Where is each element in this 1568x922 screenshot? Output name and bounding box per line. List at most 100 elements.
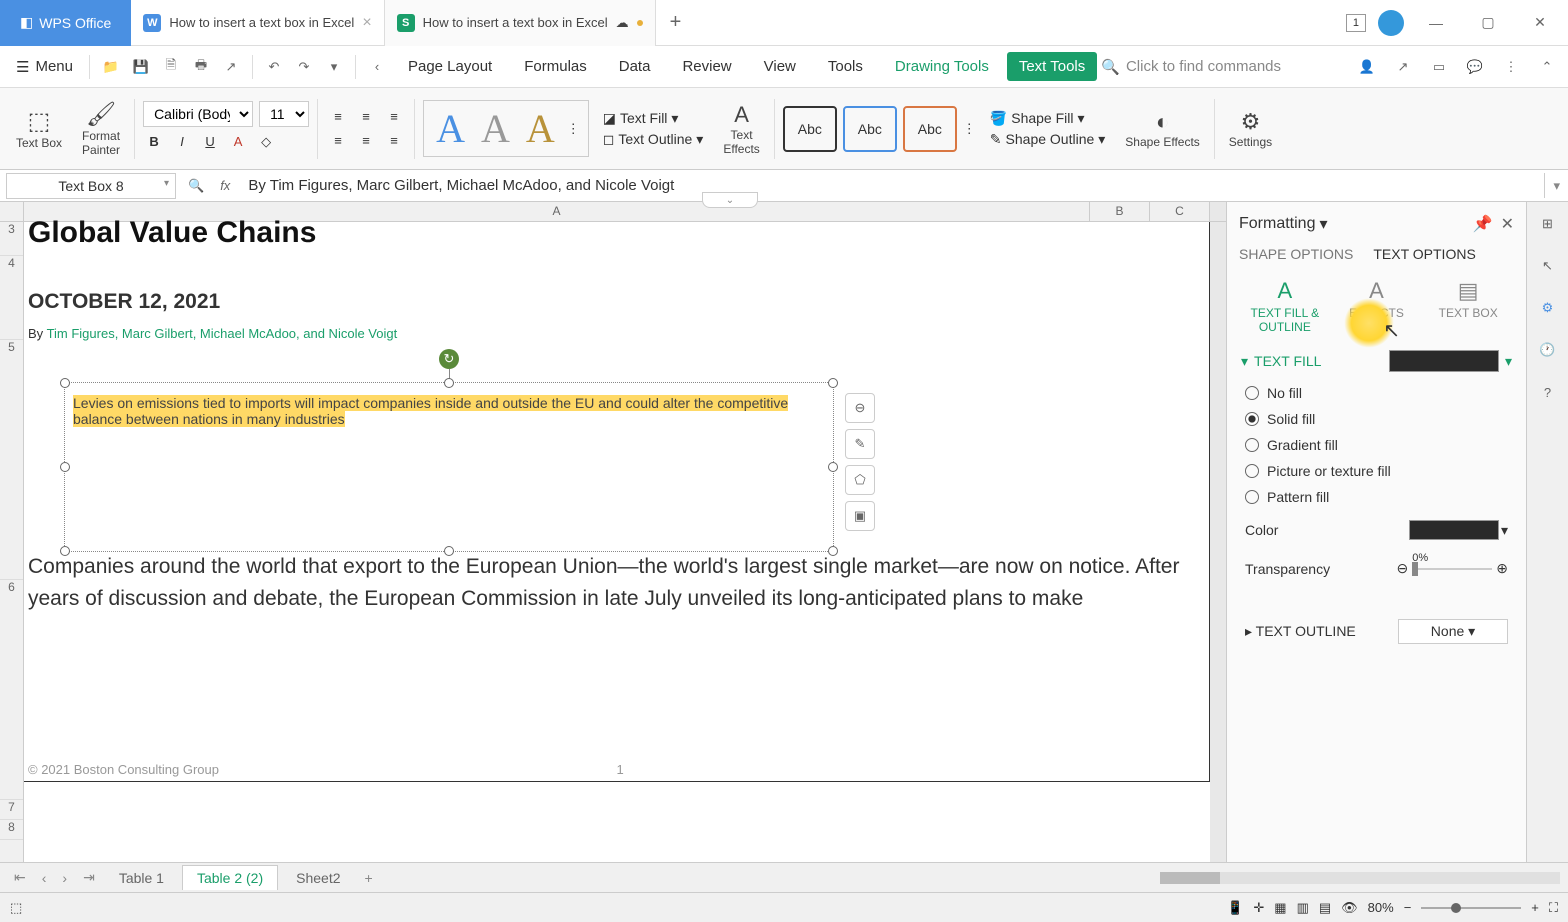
text-style-2[interactable]: A — [473, 105, 518, 152]
row-header-8[interactable]: 8 — [0, 820, 23, 840]
font-size-select[interactable]: 11 — [259, 101, 309, 127]
shape-effects-button[interactable]: ◐ Shape Effects — [1119, 109, 1206, 149]
bold-button[interactable]: B — [143, 131, 165, 153]
presentation-icon[interactable]: 1 — [1346, 14, 1366, 32]
align-right[interactable]: ≡ — [382, 131, 406, 151]
rotate-handle[interactable]: ↻ — [439, 349, 459, 369]
handle-tl[interactable] — [60, 378, 70, 388]
shape-style-3[interactable]: Abc — [903, 106, 957, 152]
align-center[interactable]: ≡ — [354, 131, 378, 151]
shape-styles-gallery[interactable]: Abc Abc Abc ⋮ — [783, 106, 976, 152]
vscrollbar[interactable] — [1210, 222, 1226, 862]
pattern-fill-radio[interactable]: Pattern fill — [1227, 484, 1526, 510]
last-sheet-icon[interactable]: ⇥ — [77, 869, 101, 886]
print-icon[interactable]: 🖶 — [188, 54, 214, 80]
tab-review[interactable]: Review — [668, 52, 745, 81]
crosshair-icon[interactable]: ✛ — [1253, 900, 1264, 916]
comment-icon[interactable]: 💬 — [1462, 54, 1488, 80]
panel-dropdown-icon[interactable]: ▾ — [1319, 214, 1327, 234]
row-header-5[interactable]: 5 — [0, 340, 23, 580]
command-search[interactable]: 🔍 Click to find commands — [1101, 58, 1281, 76]
select-icon[interactable]: ↖ — [1536, 254, 1560, 278]
fx-icon[interactable]: fx — [210, 178, 240, 193]
shape-fill-button[interactable]: 🪣Shape Fill ▾ — [984, 108, 1112, 129]
select-all-corner[interactable] — [0, 202, 24, 221]
close-button[interactable]: ✕ — [1520, 3, 1560, 43]
kebab-icon[interactable]: ⋮ — [1498, 54, 1524, 80]
export-share-icon[interactable]: ↗ — [1390, 54, 1416, 80]
color-dropdown-icon[interactable]: ▾ — [1501, 522, 1508, 539]
format-painter-button[interactable]: 🖌 Format Painter — [76, 100, 126, 157]
sheet-content[interactable]: Global Value Chains OCTOBER 12, 2021 By … — [24, 222, 1210, 862]
fill-color-swatch[interactable] — [1389, 350, 1499, 372]
shape-style-1[interactable]: Abc — [783, 106, 837, 152]
tab-data[interactable]: Data — [605, 52, 665, 81]
tab-drawing-tools[interactable]: Drawing Tools — [881, 52, 1003, 81]
doc-tab-1[interactable]: W How to insert a text box in Excel × — [131, 0, 384, 46]
prev-sheet-icon[interactable]: ‹ — [36, 870, 53, 886]
next-sheet-icon[interactable]: › — [56, 870, 73, 886]
view-break-icon[interactable]: ▤ — [1319, 900, 1331, 916]
formula-expand-icon[interactable]: ▾ — [1545, 178, 1568, 194]
zoom-in-button[interactable]: + — [1531, 900, 1539, 915]
cancel-icon[interactable]: 🔍 — [182, 178, 210, 194]
no-fill-radio[interactable]: No fill — [1227, 380, 1526, 406]
view-normal-icon[interactable]: ▦ — [1274, 900, 1286, 916]
outline-select[interactable]: None ▾ — [1398, 619, 1508, 644]
tab-formulas[interactable]: Formulas — [510, 52, 601, 81]
new-tab-button[interactable]: + — [656, 11, 696, 34]
align-top-center[interactable]: ≡ — [354, 107, 378, 127]
user-avatar[interactable] — [1378, 10, 1404, 36]
italic-button[interactable]: I — [171, 131, 193, 153]
subtab-textbox[interactable]: ▤ TEXT BOX — [1422, 278, 1514, 334]
slider-minus[interactable]: ⊖ — [1397, 560, 1409, 577]
align-top-left[interactable]: ≡ — [326, 107, 350, 127]
vscroll-top[interactable] — [1210, 202, 1226, 221]
menu-button[interactable]: ☰ Menu — [8, 54, 81, 80]
zoom-out-button[interactable]: − — [1404, 900, 1412, 915]
collapse-ribbon-icon[interactable]: ⌃ — [1534, 54, 1560, 80]
handle-br[interactable] — [828, 546, 838, 556]
layout-tool[interactable]: ▣ — [845, 501, 875, 531]
help-icon[interactable]: ? — [1536, 380, 1560, 404]
text-style-3[interactable]: A — [518, 105, 563, 152]
handle-tr[interactable] — [828, 378, 838, 388]
row-header-6[interactable]: 6 — [0, 580, 23, 800]
text-styles-gallery[interactable]: A A A ⋮ — [423, 100, 589, 157]
clear-format-button[interactable]: ◇ — [255, 131, 277, 153]
share-icon[interactable]: 👤 — [1354, 54, 1380, 80]
shape-gallery-more-icon[interactable]: ⋮ — [963, 121, 976, 137]
tab-page-layout[interactable]: Page Layout — [394, 52, 506, 81]
sheet-tab-sheet2[interactable]: Sheet2 — [282, 866, 354, 890]
export-icon[interactable]: ↗ — [218, 54, 244, 80]
font-color-button[interactable]: A — [227, 131, 249, 153]
first-sheet-icon[interactable]: ⇤ — [8, 869, 32, 886]
row-header-7[interactable]: 7 — [0, 800, 23, 820]
doc-tab-2[interactable]: S How to insert a text box in Excel ☁ — [385, 0, 656, 46]
fill-tool[interactable]: ⬠ — [845, 465, 875, 495]
row-header-4[interactable]: 4 — [0, 256, 23, 340]
grid-icon[interactable]: ⊞ — [1536, 212, 1560, 236]
sheet-tab-table1[interactable]: Table 1 — [105, 866, 178, 890]
handle-tm[interactable] — [444, 378, 454, 388]
scroll-left-icon[interactable]: ‹ — [364, 54, 390, 80]
selected-textbox[interactable]: ↻ Levies on emissions tied to imports wi… — [64, 382, 834, 552]
fullscreen-icon[interactable]: ⛶ — [1549, 900, 1558, 916]
panel-close-icon[interactable]: ✕ — [1501, 214, 1514, 234]
view-page-icon[interactable]: ▥ — [1297, 900, 1309, 916]
handle-lm[interactable] — [60, 462, 70, 472]
minus-tool[interactable]: ⊖ — [845, 393, 875, 423]
settings-panel-icon[interactable]: ⚙ — [1536, 296, 1560, 320]
pin-icon[interactable]: 📌 — [1473, 214, 1493, 234]
gallery-more-icon[interactable]: ⋮ — [563, 121, 584, 137]
handle-rm[interactable] — [828, 462, 838, 472]
transparency-slider[interactable] — [1412, 568, 1492, 570]
shape-style-2[interactable]: Abc — [843, 106, 897, 152]
text-style-1[interactable]: A — [428, 105, 473, 152]
open-icon[interactable]: 📁 — [98, 54, 124, 80]
history-icon[interactable]: 🕐 — [1536, 338, 1560, 362]
status-icon[interactable]: ⬚ — [10, 900, 22, 916]
minimize-button[interactable]: — — [1416, 3, 1456, 43]
subtab-fill-outline[interactable]: A TEXT FILL & OUTLINE — [1239, 278, 1331, 334]
redo-icon[interactable]: ↷ — [291, 54, 317, 80]
